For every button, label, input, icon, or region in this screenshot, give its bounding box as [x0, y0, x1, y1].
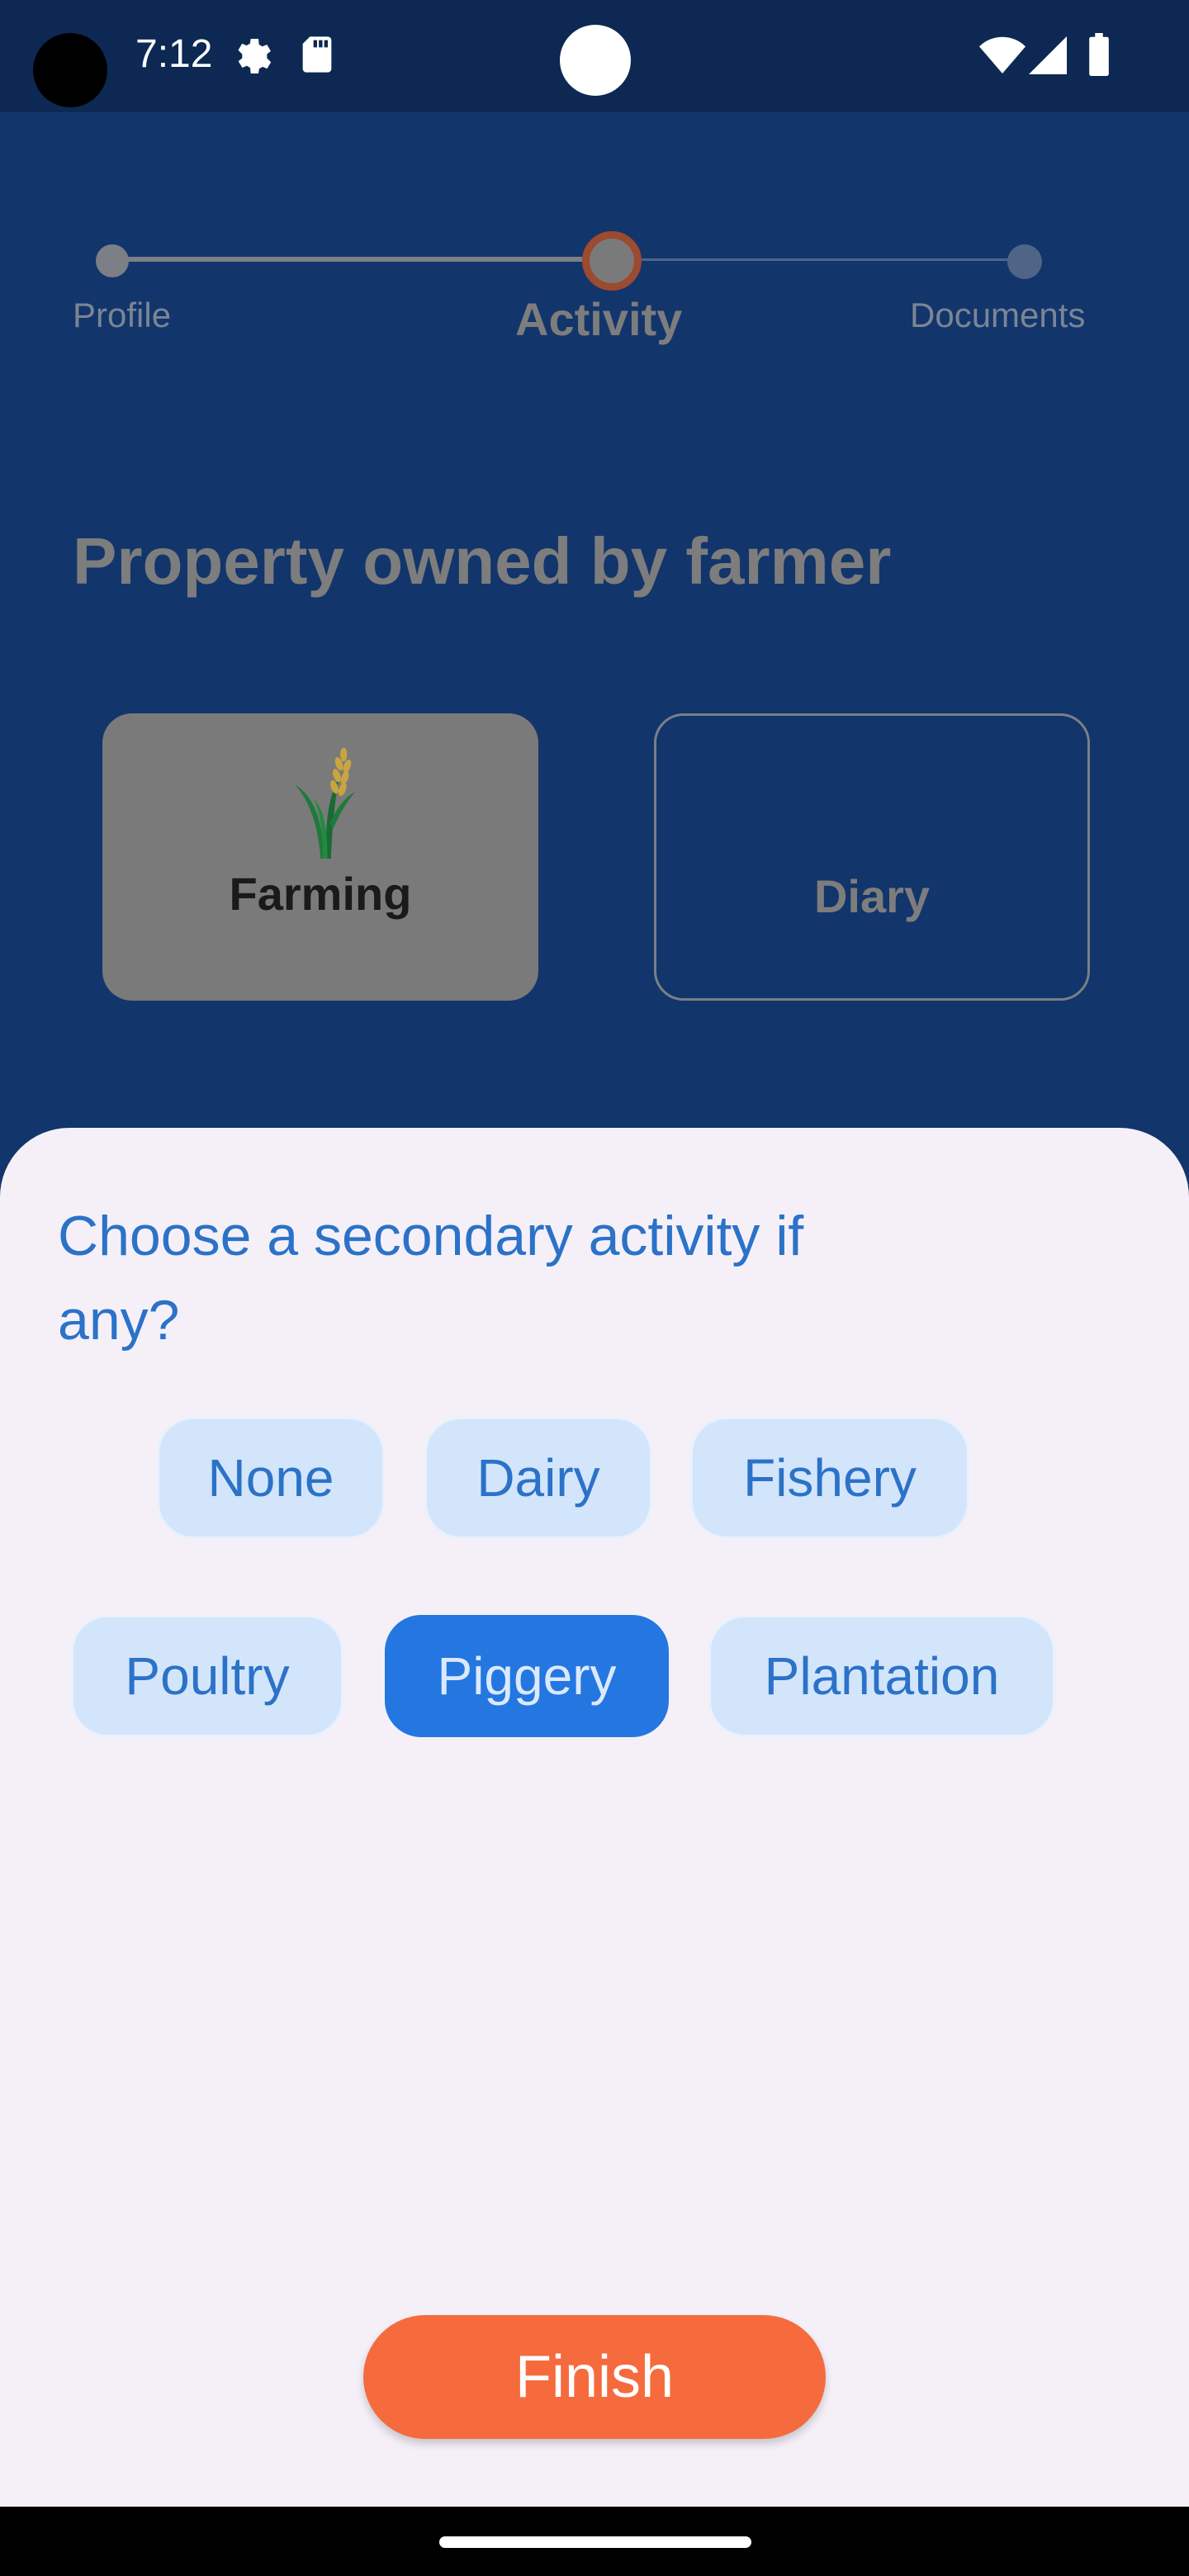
option-chip-label: Dairy [476, 1448, 600, 1508]
option-chip-label: Plantation [764, 1646, 1000, 1706]
camera-cutout [33, 33, 107, 107]
option-chip-label: None [207, 1448, 334, 1508]
option-chip-label: Poultry [125, 1646, 290, 1706]
wifi-icon [979, 36, 1026, 73]
card-label-farming: Farming [229, 868, 412, 920]
activity-card-farming[interactable]: Farming [102, 713, 538, 1001]
step-dot-profile[interactable] [96, 244, 129, 277]
sheet-title: Choose a secondary activity if any? [58, 1205, 804, 1352]
step-label-activity: Activity [515, 293, 683, 345]
wheat-plant-icon [295, 747, 356, 859]
step-dot-activity[interactable] [582, 231, 642, 291]
main-content: Profile Activity Documents Property owne… [0, 112, 1189, 1128]
navigation-bar [0, 2507, 1189, 2576]
finish-button[interactable]: Finish [363, 2315, 826, 2439]
status-bar: 7:12 [0, 0, 1189, 112]
page-title: Property owned by farmer [73, 524, 892, 598]
step-dot-documents[interactable] [1007, 244, 1042, 279]
option-chip-plantation[interactable]: Plantation [708, 1615, 1055, 1737]
secondary-activity-sheet: Choose a secondary activity if any? None… [0, 1128, 1189, 2507]
option-chip-piggery[interactable]: Piggery [385, 1615, 669, 1737]
option-chip-label: Fishery [743, 1448, 917, 1508]
stepper-line-completed [112, 257, 609, 262]
activity-card-diary[interactable]: Diary [654, 713, 1090, 1001]
option-chip-label: Piggery [437, 1646, 617, 1706]
step-label-profile: Profile [73, 296, 172, 334]
finish-button-label: Finish [514, 2344, 675, 2410]
cellular-signal-icon [1029, 36, 1067, 74]
option-chip-none[interactable]: None [157, 1417, 385, 1539]
stepper-line-upcoming [613, 258, 1026, 261]
sd-card-icon [302, 36, 332, 73]
option-chip-poultry[interactable]: Poultry [71, 1615, 343, 1737]
option-chip-fishery[interactable]: Fishery [690, 1417, 969, 1539]
home-gesture-handle[interactable] [439, 2536, 751, 2548]
front-camera-dot [560, 25, 631, 96]
status-time: 7:12 [135, 32, 213, 76]
settings-gear-icon [238, 39, 272, 73]
step-label-documents: Documents [910, 296, 1086, 334]
card-label-diary: Diary [813, 870, 931, 922]
battery-icon [1089, 33, 1109, 76]
option-chip-dairy[interactable]: Dairy [424, 1417, 652, 1539]
